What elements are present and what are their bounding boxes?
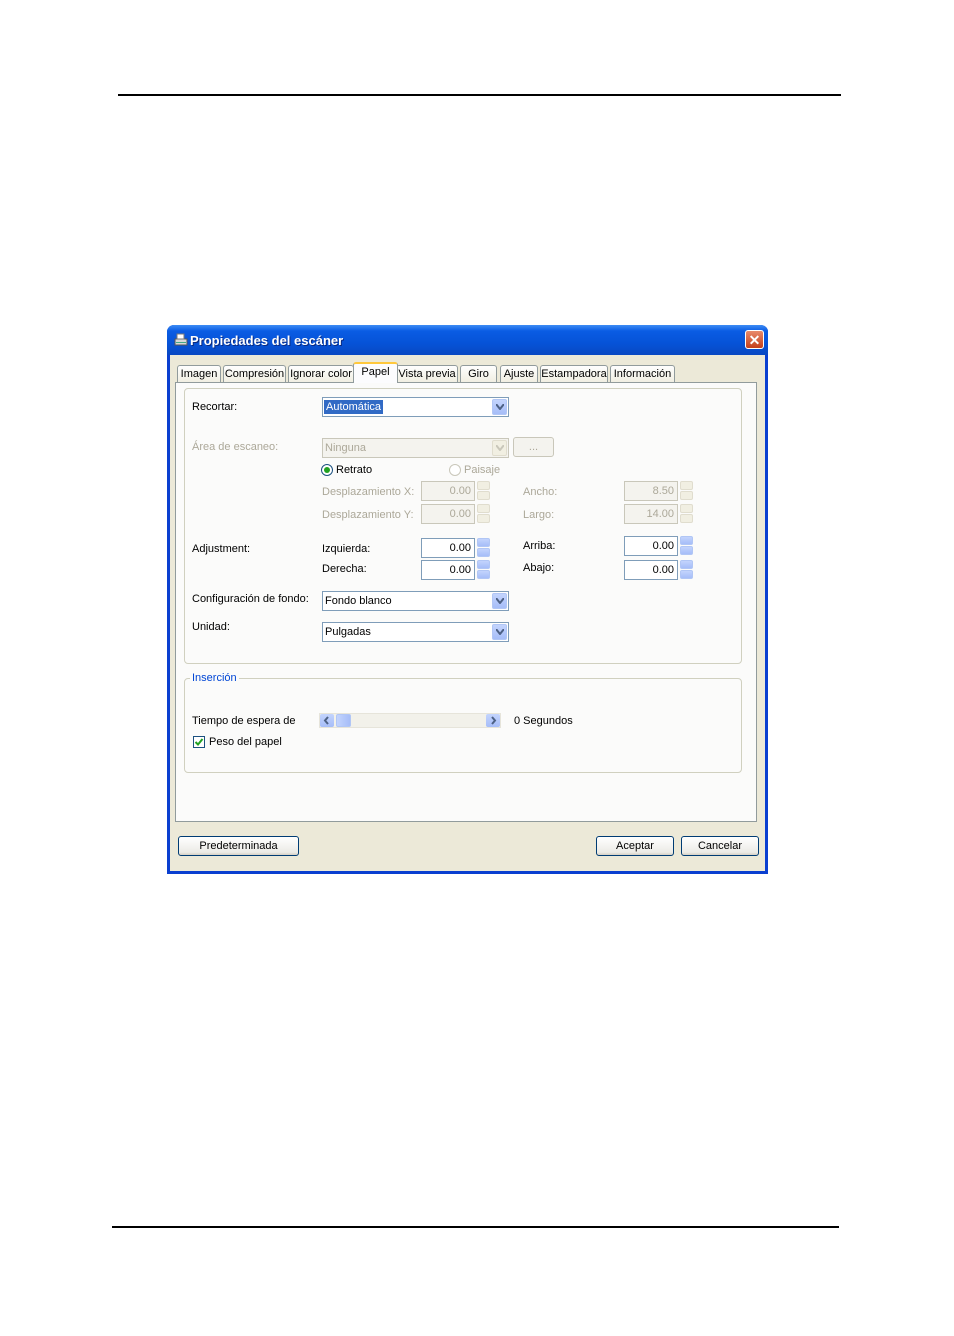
- portrait-label: Retrato: [336, 464, 373, 476]
- scanner-icon: [174, 333, 188, 346]
- area-value: Ninguna: [325, 442, 366, 454]
- tab-panel-papel: Recortar: Automática Área de escaneo: Ni…: [175, 382, 757, 822]
- offset-y-spinner[interactable]: [477, 504, 491, 524]
- bottom-field[interactable]: 0.00: [624, 560, 678, 580]
- insertion-group-label: Inserción: [190, 672, 239, 684]
- tab-estampadora[interactable]: Estampadora: [540, 365, 608, 382]
- ok-button[interactable]: Aceptar: [596, 836, 674, 856]
- recortar-value: Automática: [324, 400, 384, 414]
- right-field[interactable]: 0.00: [421, 560, 475, 580]
- background-label: Configuración de fondo:: [192, 593, 309, 605]
- chevron-down-icon[interactable]: [492, 624, 507, 640]
- page-top-rule: [118, 94, 841, 96]
- top-value: 0.00: [652, 540, 674, 552]
- offset-x-spinner[interactable]: [477, 481, 491, 501]
- chevron-down-icon[interactable]: [492, 593, 507, 609]
- unit-label: Unidad:: [192, 621, 230, 633]
- timeout-label: Tiempo de espera de: [192, 715, 296, 727]
- width-value: 8.50: [652, 485, 674, 497]
- width-spinner[interactable]: [680, 481, 694, 501]
- tab-ajuste[interactable]: Ajuste: [500, 365, 538, 382]
- length-label: Largo:: [523, 509, 555, 521]
- width-field[interactable]: 8.50: [624, 481, 678, 501]
- background-value: Fondo blanco: [325, 595, 392, 607]
- area-browse-button[interactable]: ...: [513, 437, 554, 457]
- unit-select[interactable]: Pulgadas: [322, 622, 509, 642]
- offset-x-label: Desplazamiento X:: [322, 486, 415, 498]
- paper-weight-checkbox[interactable]: [193, 736, 205, 748]
- tab-vista-previa[interactable]: Vista previa: [396, 365, 458, 382]
- recortar-label: Recortar:: [192, 401, 238, 413]
- tab-ignorar-color[interactable]: Ignorar color: [288, 365, 354, 382]
- offset-y-label: Desplazamiento Y:: [322, 509, 414, 521]
- offset-x-field[interactable]: 0.00: [421, 481, 475, 501]
- close-icon[interactable]: ✕: [745, 330, 764, 349]
- top-spinner[interactable]: [680, 536, 694, 556]
- area-select[interactable]: Ninguna: [322, 438, 509, 458]
- length-value: 14.00: [646, 508, 674, 520]
- background-select[interactable]: Fondo blanco: [322, 591, 509, 611]
- top-label: Arriba:: [523, 540, 556, 552]
- tab-papel[interactable]: Papel: [353, 362, 398, 383]
- offset-x-value: 0.00: [449, 485, 471, 497]
- top-field[interactable]: 0.00: [624, 536, 678, 556]
- length-field[interactable]: 14.00: [624, 504, 678, 524]
- radio-dot: [324, 467, 330, 473]
- slider-thumb[interactable]: [336, 714, 351, 727]
- offset-y-value: 0.00: [449, 508, 471, 520]
- landscape-radio[interactable]: [449, 464, 461, 476]
- offset-y-field[interactable]: 0.00: [421, 504, 475, 524]
- tab-giro[interactable]: Giro: [460, 365, 497, 382]
- left-spinner[interactable]: [477, 538, 491, 558]
- scanner-properties-window: Propiedades del escáner ✕ Imagen Compres…: [167, 325, 768, 874]
- left-label: Izquierda:: [322, 543, 371, 555]
- dialog-client-area: Imagen Compresión Ignorar color Papel Vi…: [170, 355, 765, 871]
- left-field[interactable]: 0.00: [421, 538, 475, 558]
- left-value: 0.00: [449, 542, 471, 554]
- paper-weight-label: Peso del papel: [209, 736, 282, 748]
- cancel-button[interactable]: Cancelar: [681, 836, 759, 856]
- recortar-select[interactable]: Automática: [322, 397, 509, 417]
- timeout-value: 0 Segundos: [514, 715, 573, 727]
- length-spinner[interactable]: [680, 504, 694, 524]
- tab-imagen[interactable]: Imagen: [177, 365, 221, 382]
- width-label: Ancho:: [523, 486, 558, 498]
- window-title: Propiedades del escáner: [190, 333, 344, 348]
- tab-compresion[interactable]: Compresión: [223, 365, 286, 382]
- portrait-radio[interactable]: [321, 464, 333, 476]
- chevron-down-icon[interactable]: [492, 399, 507, 415]
- title-bar[interactable]: Propiedades del escáner ✕: [167, 325, 768, 355]
- right-label: Derecha:: [322, 563, 367, 575]
- page-bottom-rule: [112, 1226, 839, 1228]
- tab-informacion[interactable]: Información: [610, 365, 675, 382]
- bottom-value: 0.00: [652, 564, 674, 576]
- right-value: 0.00: [449, 564, 471, 576]
- bottom-spinner[interactable]: [680, 560, 694, 580]
- right-spinner[interactable]: [477, 560, 491, 580]
- default-button[interactable]: Predeterminada: [178, 836, 299, 856]
- adjustment-label: Adjustment:: [192, 543, 251, 555]
- landscape-label: Paisaje: [464, 464, 501, 476]
- checkmark-icon: [194, 738, 204, 746]
- unit-value: Pulgadas: [325, 626, 371, 638]
- chevron-right-icon[interactable]: [486, 714, 500, 727]
- bottom-label: Abajo:: [523, 562, 555, 574]
- chevron-down-icon[interactable]: [492, 440, 507, 456]
- chevron-left-icon[interactable]: [320, 714, 334, 727]
- area-label: Área de escaneo:: [192, 441, 279, 453]
- timeout-slider[interactable]: [319, 713, 501, 728]
